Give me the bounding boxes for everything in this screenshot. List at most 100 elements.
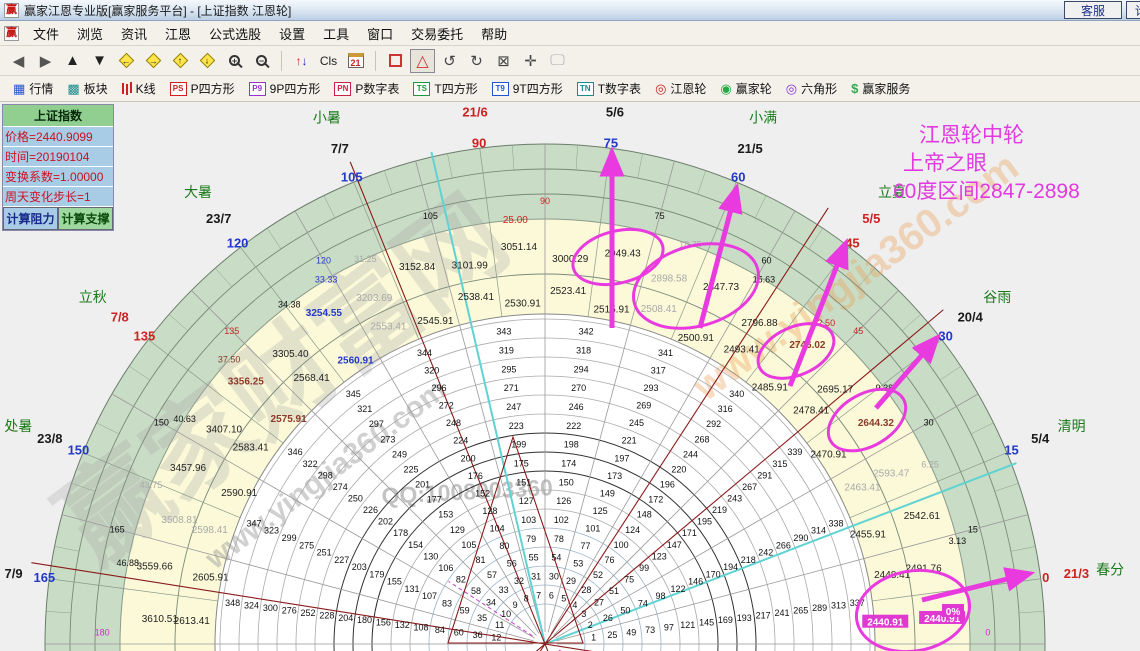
svg-text:172: 172: [648, 495, 663, 505]
menu-item-2[interactable]: 资讯: [112, 22, 156, 45]
rotate-cw-button[interactable]: ↻: [464, 49, 489, 73]
svg-text:75: 75: [655, 211, 665, 221]
menu-item-5[interactable]: 设置: [270, 22, 314, 45]
svg-text:3559.66: 3559.66: [137, 561, 174, 572]
svg-text:100: 100: [614, 540, 629, 550]
svg-text:225: 225: [404, 464, 419, 474]
svg-text:30: 30: [924, 418, 934, 428]
presentation-button[interactable]: 🖵: [545, 49, 570, 73]
svg-text:200: 200: [461, 453, 476, 463]
ribbon-item-9P四方形[interactable]: P9 9P四方形: [242, 78, 328, 99]
forum-button[interactable]: 论坛: [1125, 1, 1140, 19]
menu-item-0[interactable]: 文件: [24, 22, 68, 45]
back-button[interactable]: ◀: [6, 49, 31, 73]
ribbon-item-K线[interactable]: K线: [115, 78, 163, 99]
coefficient-row: 变换系数=1.00000: [3, 167, 113, 187]
svg-text:290: 290: [793, 533, 808, 543]
svg-text:81: 81: [475, 555, 485, 565]
square-tool-button[interactable]: [383, 49, 408, 73]
annotation-line-2: 上帝之眼: [903, 152, 987, 175]
ribbon-item-行情[interactable]: ▦ 行情: [6, 78, 60, 99]
svg-text:2568.41: 2568.41: [294, 373, 331, 384]
ribbon-item-赢家服务[interactable]: $ 赢家服务: [844, 78, 917, 99]
menu-item-9[interactable]: 帮助: [472, 22, 516, 45]
pan-down-button[interactable]: ↓: [195, 49, 220, 73]
triangle-tool-button[interactable]: △: [410, 48, 435, 73]
svg-text:2493.41: 2493.41: [724, 345, 761, 356]
pan-up-button[interactable]: ↑: [168, 49, 193, 73]
ribbon-item-9T四方形[interactable]: T9 9T四方形: [485, 78, 570, 99]
down-arrow-button[interactable]: ▼: [87, 49, 112, 73]
ribbon-item-板块[interactable]: ▩ 板块: [60, 78, 114, 99]
svg-text:谷雨: 谷雨: [983, 289, 1011, 305]
pan-left-button[interactable]: ←: [114, 49, 139, 73]
svg-text:2553.41: 2553.41: [370, 322, 407, 333]
svg-text:274: 274: [333, 482, 348, 492]
pan-right-button[interactable]: →: [141, 49, 166, 73]
customer-service-button[interactable]: 客服: [1063, 1, 1122, 19]
svg-text:176: 176: [468, 471, 483, 481]
rotate-ccw-button[interactable]: ↺: [437, 49, 462, 73]
svg-text:126: 126: [556, 496, 571, 506]
svg-text:218: 218: [741, 555, 756, 565]
svg-text:339: 339: [787, 447, 802, 457]
fit-view-button[interactable]: ⊠: [491, 49, 516, 73]
menu-item-7[interactable]: 窗口: [358, 22, 402, 45]
svg-text:293: 293: [643, 383, 658, 393]
svg-text:55: 55: [529, 553, 539, 563]
svg-text:43.75: 43.75: [140, 480, 163, 490]
svg-text:49: 49: [626, 628, 636, 638]
svg-text:180: 180: [357, 615, 372, 625]
ribbon-item-江恩轮[interactable]: ◎ 江恩轮: [648, 78, 713, 99]
zoom-in-button[interactable]: +: [222, 49, 247, 73]
svg-text:21/6: 21/6: [462, 105, 487, 120]
svg-text:30: 30: [549, 572, 559, 582]
zoom-out-button[interactable]: −: [249, 49, 274, 73]
sort-updown-button[interactable]: ↑ ↓: [289, 49, 314, 73]
ribbon-item-T四方形[interactable]: TS T四方形: [406, 78, 484, 99]
chart-area: 赢家财富网 www.yingjia360.com www.yingjia360.co…: [0, 102, 1140, 651]
menu-item-4[interactable]: 公式选股: [200, 22, 270, 45]
menu-item-1[interactable]: 浏览: [68, 22, 112, 45]
svg-text:221: 221: [622, 436, 637, 446]
svg-text:2898.58: 2898.58: [651, 273, 688, 284]
svg-text:52: 52: [593, 570, 603, 580]
ribbon-item-P四方形[interactable]: PS P四方形: [163, 78, 242, 99]
svg-text:7: 7: [536, 590, 541, 600]
center-view-button[interactable]: ✛: [518, 49, 543, 73]
svg-text:2560.91: 2560.91: [337, 355, 374, 366]
svg-text:203: 203: [352, 562, 367, 572]
menu-item-8[interactable]: 交易委托: [402, 22, 472, 45]
svg-text:150: 150: [68, 443, 90, 458]
svg-text:1: 1: [591, 633, 596, 643]
svg-text:2695.17: 2695.17: [817, 384, 854, 395]
svg-text:268: 268: [695, 434, 710, 444]
menu-item-6[interactable]: 工具: [314, 22, 358, 45]
svg-text:342: 342: [579, 327, 594, 337]
svg-text:241: 241: [774, 608, 789, 618]
svg-text:194: 194: [723, 562, 738, 572]
ribbon-item-六角形[interactable]: ◎ 六角形: [779, 78, 844, 99]
svg-text:226: 226: [363, 505, 378, 515]
calendar-button[interactable]: 21: [343, 49, 368, 73]
ribbon-item-P数字表[interactable]: PN P数字表: [327, 78, 406, 99]
annotation-line-1: 江恩轮中轮: [919, 124, 1024, 147]
svg-text:146: 146: [688, 577, 703, 587]
svg-text:165: 165: [110, 524, 125, 534]
menu-item-3[interactable]: 江恩: [156, 22, 200, 45]
svg-text:26: 26: [603, 613, 613, 623]
cls-button[interactable]: Cls: [316, 49, 341, 73]
forward-button[interactable]: ▶: [33, 49, 58, 73]
calc-resistance-button[interactable]: 计算阻力: [3, 207, 58, 230]
svg-text:220: 220: [671, 464, 686, 474]
svg-text:147: 147: [667, 540, 682, 550]
ribbon-item-赢家轮[interactable]: ◉ 赢家轮: [713, 78, 778, 99]
calc-support-button[interactable]: 计算支撑: [58, 207, 113, 230]
svg-text:244: 244: [683, 449, 698, 459]
svg-text:34.38: 34.38: [278, 300, 301, 310]
svg-text:97: 97: [664, 623, 674, 633]
ribbon-item-T数字表[interactable]: TN T数字表: [570, 78, 648, 99]
svg-text:60: 60: [454, 628, 464, 638]
svg-text:2470.91: 2470.91: [810, 450, 847, 461]
up-arrow-button[interactable]: ▲: [60, 49, 85, 73]
